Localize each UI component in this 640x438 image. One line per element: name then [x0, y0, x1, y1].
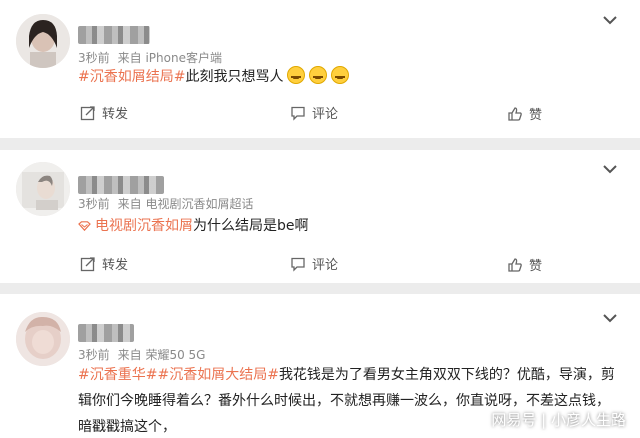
post-source[interactable]: 来自 电视剧沉香如屑超话: [118, 197, 254, 211]
like-label: 赞: [529, 108, 543, 123]
post-time: 3秒前: [78, 197, 110, 211]
chevron-down-icon[interactable]: [602, 312, 618, 324]
hashtag-link[interactable]: #沉香如屑结局#: [78, 69, 185, 85]
like-button[interactable]: 赞: [507, 104, 542, 123]
post-card: 3秒前 来自 电视剧沉香如屑超话 电视剧沉香如屑为什么结局是be啊 转发 评论 赞: [0, 150, 640, 283]
repost-button[interactable]: 转发: [80, 254, 128, 273]
username-blurred[interactable]: [78, 176, 164, 194]
chevron-down-icon[interactable]: [602, 163, 618, 175]
avatar-image: [16, 312, 70, 366]
repost-button[interactable]: 转发: [80, 103, 128, 122]
post-card: 3秒前 来自 荣耀50 5G #沉香重华##沉香如屑大结局#我花钱是为了看男女主角…: [0, 294, 640, 438]
thumbs-up-icon: [508, 106, 522, 121]
comment-button[interactable]: 评论: [290, 103, 338, 122]
repost-label: 转发: [102, 107, 129, 122]
post-text: 电视剧沉香如屑为什么结局是be啊: [78, 213, 622, 239]
supertopic-link[interactable]: 电视剧沉香如屑: [95, 218, 193, 234]
chevron-down-icon[interactable]: [602, 14, 618, 26]
post-time: 3秒前: [78, 348, 110, 362]
like-button[interactable]: 赞: [507, 255, 542, 274]
avatar[interactable]: [16, 162, 70, 216]
hashtag-link[interactable]: #沉香如屑大结局#: [157, 367, 278, 383]
post-card: 3秒前 来自 iPhone客户端 #沉香如屑结局#此刻我只想骂人 转发 评论 赞: [0, 0, 640, 138]
repost-icon: [80, 256, 95, 271]
post-body: 为什么结局是be啊: [193, 218, 309, 234]
post-meta: 3秒前 来自 荣耀50 5G: [78, 346, 213, 363]
like-label: 赞: [529, 259, 543, 274]
comment-icon: [291, 257, 305, 272]
post-meta: 3秒前 来自 电视剧沉香如屑超话: [78, 195, 261, 212]
repost-label: 转发: [102, 258, 129, 273]
watermark-text: 网易号 | 小彦人生路: [491, 411, 626, 429]
repost-icon: [80, 105, 95, 120]
comment-button[interactable]: 评论: [290, 254, 338, 273]
avatar[interactable]: [16, 14, 70, 68]
avatar-image: [16, 14, 70, 68]
post-time: 3秒前: [78, 51, 110, 65]
comment-label: 评论: [312, 107, 339, 122]
emoji-icon: [331, 66, 350, 84]
avatar-image: [16, 162, 70, 216]
username-blurred[interactable]: [78, 324, 134, 342]
avatar[interactable]: [16, 312, 70, 366]
emoji-icon: [287, 66, 306, 84]
comment-icon: [291, 106, 305, 121]
emoji-icon: [309, 66, 328, 84]
post-source[interactable]: 来自 iPhone客户端: [118, 51, 222, 65]
supertopic-icon: [78, 221, 91, 231]
username-blurred[interactable]: [78, 26, 150, 44]
thumbs-up-icon: [508, 257, 522, 272]
post-source[interactable]: 来自 荣耀50 5G: [118, 348, 206, 362]
hashtag-link[interactable]: #沉香重华#: [78, 367, 157, 383]
comment-label: 评论: [312, 258, 339, 273]
post-body: 此刻我只想骂人: [185, 69, 284, 85]
post-text: #沉香如屑结局#此刻我只想骂人: [78, 64, 622, 90]
